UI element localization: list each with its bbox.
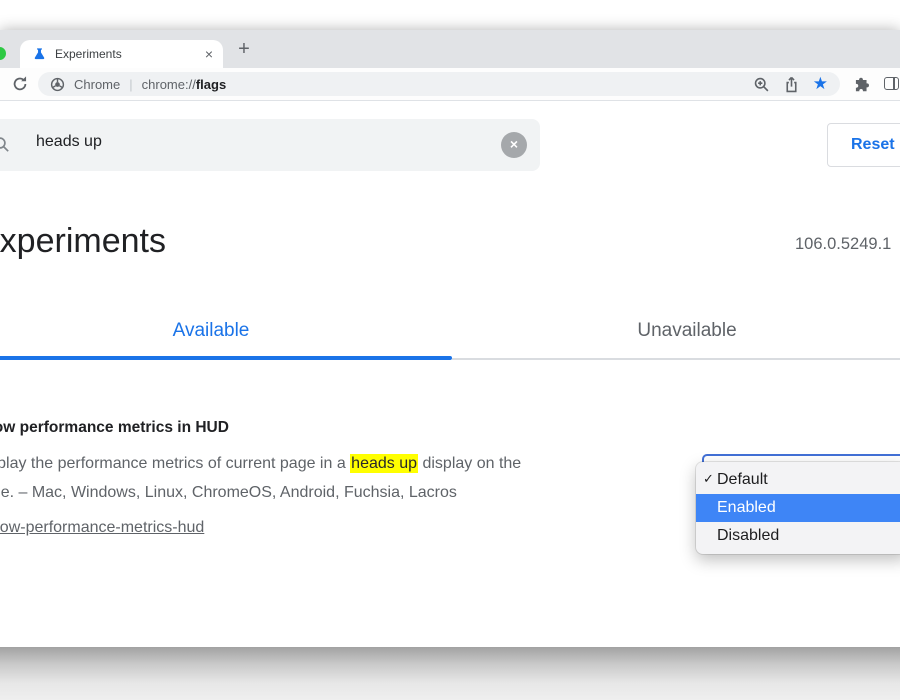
tab-close-icon[interactable]: × (205, 47, 213, 61)
flag-entry: Show performance metrics in HUD Display … (0, 419, 694, 537)
tab-available[interactable]: Available (0, 306, 452, 356)
flags-page: heads up × Reset Experiments 106.0.5249.… (0, 101, 900, 647)
flag-name: Show performance metrics in HUD (0, 419, 694, 437)
browser-window: Experiments × + Chrome | chrome://flags (0, 30, 900, 647)
site-label: Chrome (74, 77, 120, 92)
traffic-light-green-button[interactable] (0, 47, 6, 60)
page-title: Experiments (0, 219, 166, 263)
flag-permalink[interactable]: #show-performance-metrics-hud (0, 519, 204, 537)
tab-strip: Experiments × + (0, 30, 900, 68)
desktop-background (0, 647, 900, 700)
bookmark-star-icon[interactable]: ★ (813, 76, 828, 93)
chrome-logo-icon (50, 77, 65, 92)
extensions-puzzle-icon[interactable] (854, 76, 871, 93)
active-tab-indicator (0, 356, 452, 360)
option-enabled[interactable]: Enabled (696, 494, 900, 522)
check-icon: ✓ (703, 466, 714, 494)
search-value: heads up (36, 133, 102, 151)
omnibox-separator: | (129, 77, 132, 92)
new-tab-button[interactable]: + (231, 39, 257, 61)
share-icon[interactable] (783, 76, 800, 93)
select-dropdown-menu: ✓ Default Enabled Disabled (696, 462, 900, 554)
flag-description: Display the performance metrics of curre… (0, 449, 694, 507)
tab-unavailable[interactable]: Unavailable (452, 306, 900, 356)
search-input[interactable]: heads up × (0, 119, 540, 171)
side-panel-icon[interactable] (884, 77, 899, 90)
version-number: 106.0.5249.1 (795, 231, 900, 257)
browser-toolbar: Chrome | chrome://flags ★ (0, 68, 900, 101)
address-bar[interactable]: Chrome | chrome://flags ★ (38, 72, 840, 96)
flask-icon (33, 47, 46, 61)
search-match-highlight: heads up (350, 454, 418, 473)
option-default[interactable]: ✓ Default (696, 466, 900, 494)
reload-icon[interactable] (11, 75, 29, 93)
tab-title: Experiments (55, 47, 122, 61)
omnibox-icons: ★ (753, 76, 828, 93)
browser-tab-experiments[interactable]: Experiments × (20, 40, 223, 68)
screen: Experiments × + Chrome | chrome://flags (0, 0, 900, 700)
reset-all-button[interactable]: Reset (827, 123, 900, 167)
tabbar-divider (452, 358, 900, 360)
url-text: chrome://flags (142, 77, 227, 92)
option-disabled[interactable]: Disabled (696, 522, 900, 550)
search-icon (0, 136, 10, 153)
zoom-in-icon[interactable] (753, 76, 770, 93)
clear-search-icon[interactable]: × (501, 132, 527, 158)
